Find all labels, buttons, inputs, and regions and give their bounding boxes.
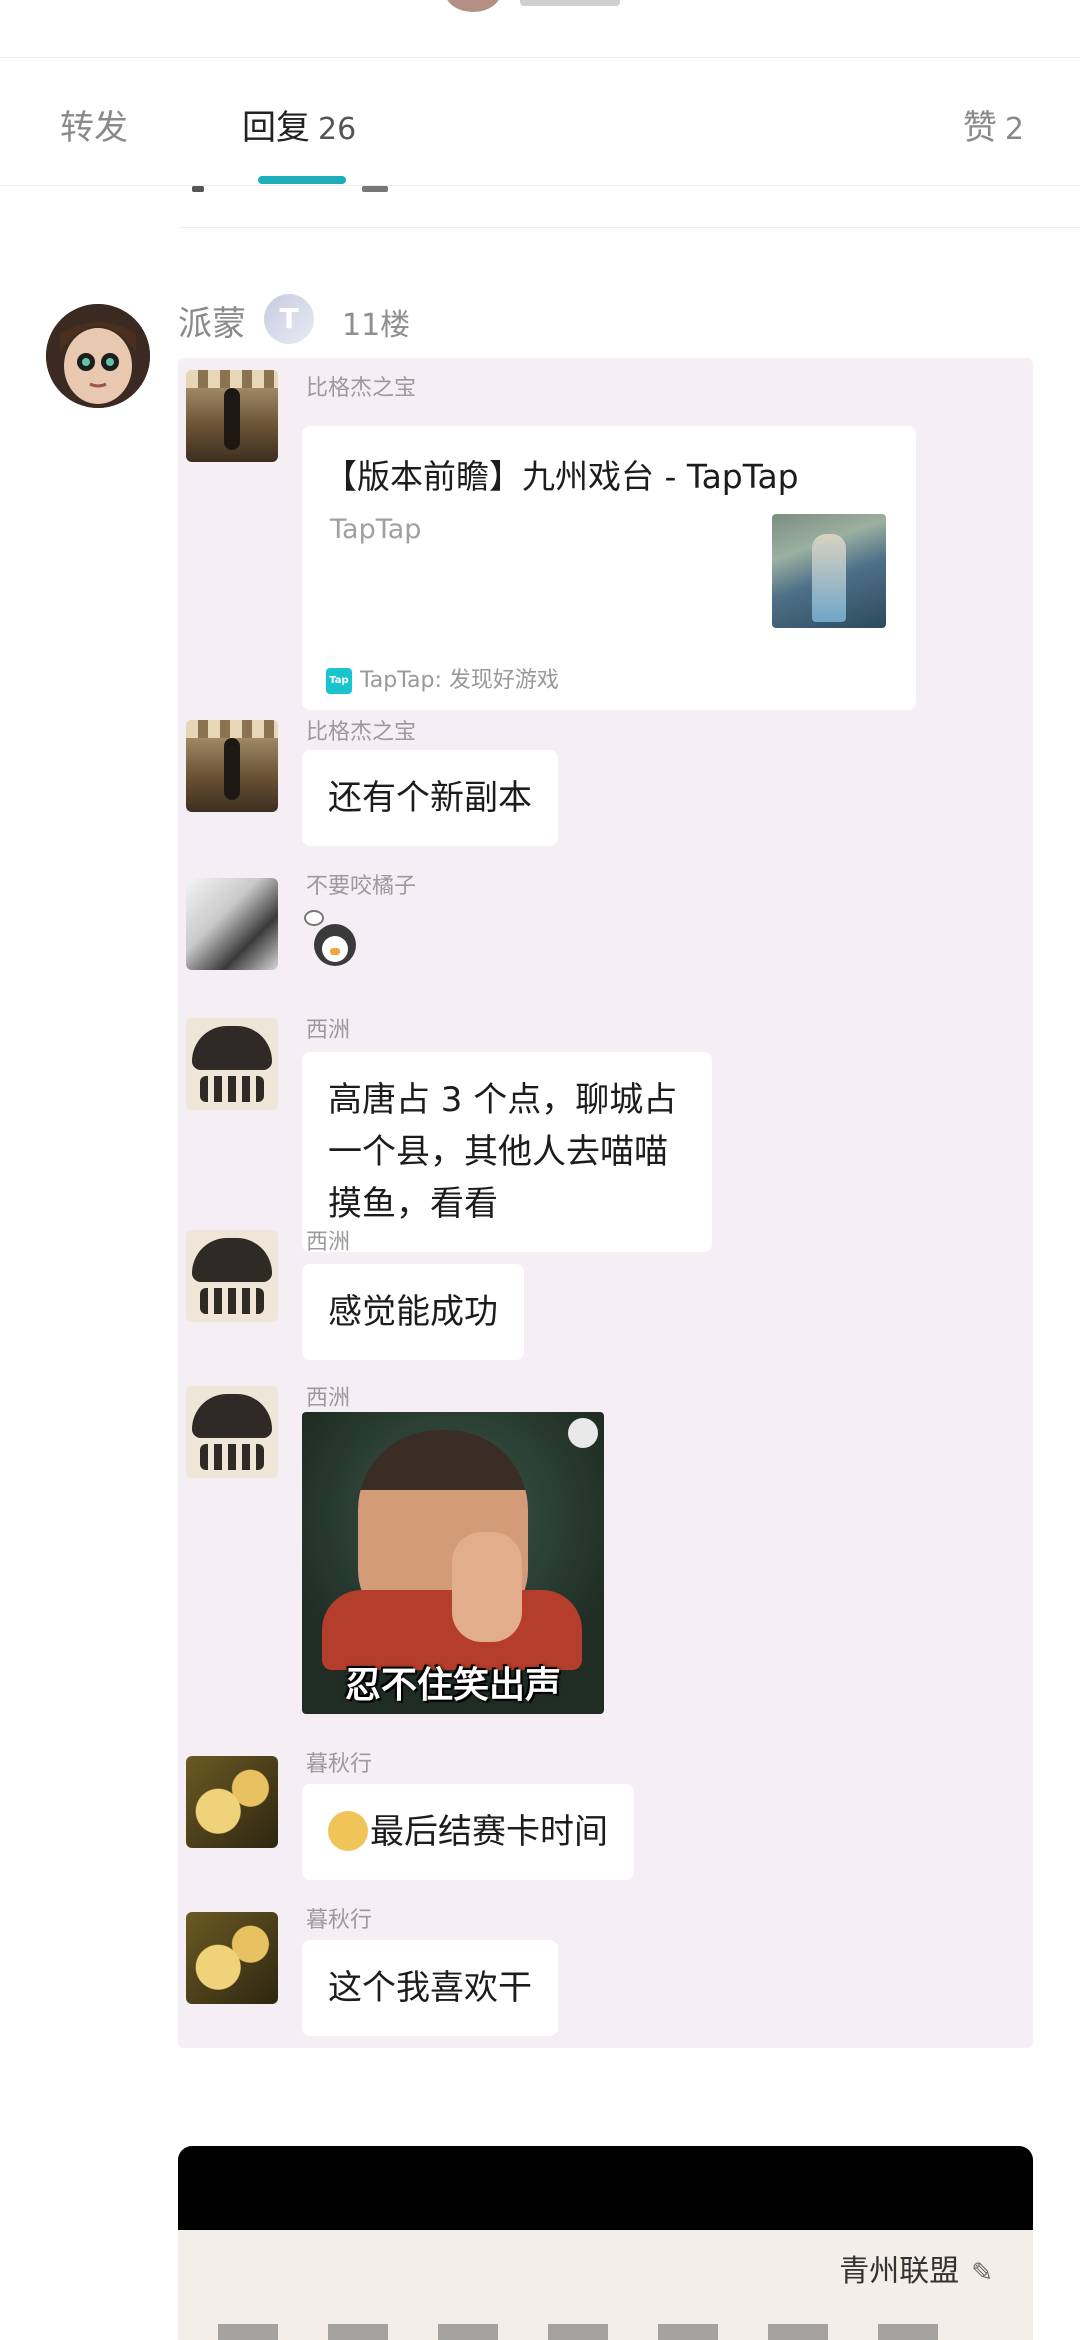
- commenter-avatar[interactable]: [46, 304, 150, 408]
- chat-bubble: 还有个新副本: [302, 750, 558, 846]
- group-name-text: 青州联盟: [839, 2254, 960, 2289]
- link-card-thumbnail: [772, 514, 886, 628]
- chat-sender: 西洲: [306, 1018, 351, 1043]
- chat-avatar: [186, 878, 278, 970]
- chat-avatar: [186, 370, 278, 462]
- link-card-footer: Tap TapTap: 发现好游戏: [326, 662, 559, 694]
- tab-reply-count: 26: [318, 112, 357, 147]
- chat-bubble: 最后结赛卡时间: [302, 1784, 634, 1880]
- group-name: 青州联盟 ✎: [839, 2246, 993, 2290]
- chat-sender: 比格杰之宝: [306, 376, 417, 401]
- chat-message: 不要咬橘子: [178, 874, 1033, 978]
- chat-avatar: [186, 720, 278, 812]
- chat-sender: 西洲: [306, 1386, 351, 1411]
- remnant-mark: [192, 186, 204, 192]
- chat-bubble: 感觉能成功: [302, 1264, 524, 1360]
- tab-forward[interactable]: 转发: [60, 100, 128, 149]
- chat-sender: 比格杰之宝: [306, 720, 417, 745]
- chat-bubble: 这个我喜欢干: [302, 1940, 558, 2036]
- previous-comment-remnant: [180, 186, 1080, 228]
- chat-message: 暮秋行 最后结赛卡时间: [178, 1752, 1033, 1880]
- chat-avatar: [186, 1386, 278, 1478]
- penguin-sticker-icon: [304, 910, 364, 970]
- chat-sender: 不要咬橘子: [306, 874, 417, 899]
- tab-bar: 转发 回复 26 赞2: [0, 58, 1080, 186]
- chat-avatar: [186, 1756, 278, 1848]
- tab-reply[interactable]: 回复 26: [242, 100, 356, 149]
- sticker-part: [330, 948, 340, 955]
- active-tab-indicator: [258, 176, 346, 184]
- chat-sender: 暮秋行: [306, 1752, 373, 1777]
- commenter-name[interactable]: 派蒙: [178, 296, 246, 345]
- chat-avatar: [186, 1912, 278, 2004]
- chat-bubble: 高唐占 3 个点，聊城占一个县，其他人去喵喵摸鱼，看看: [302, 1052, 712, 1252]
- chat-message: 比格杰之宝 【版本前瞻】九州戏台 - TapTap TapTap Tap TapT…: [178, 370, 1033, 720]
- header-name-remnant: [520, 0, 620, 6]
- link-card-footer-text: TapTap: 发现好游戏: [360, 668, 559, 693]
- tab-like-count: 2: [1004, 112, 1024, 147]
- link-card[interactable]: 【版本前瞻】九州戏台 - TapTap TapTap Tap TapTap: 发现…: [302, 426, 916, 710]
- chat-sender: 西洲: [306, 1230, 351, 1255]
- meme-image[interactable]: 忍不住笑出声: [302, 1412, 604, 1714]
- tab-reply-label: 回复: [242, 108, 310, 148]
- floor-number: 11楼: [342, 308, 411, 343]
- link-card-title: 【版本前瞻】九州戏台 - TapTap: [324, 457, 799, 496]
- sticker-part: [304, 910, 324, 926]
- chat-message: 比格杰之宝 还有个新副本: [178, 720, 1033, 846]
- meme-hand: [452, 1532, 522, 1642]
- remnant-mark: [362, 186, 388, 192]
- chat-message: 西洲 忍不住笑出声: [178, 1386, 1033, 1756]
- chat-message: 西洲 高唐占 3 个点，聊城占一个县，其他人去喵喵摸鱼，看看: [178, 1018, 1033, 1252]
- chat-sender: 暮秋行: [306, 1908, 373, 1933]
- chat-bubble-text: 最后结赛卡时间: [370, 1812, 608, 1852]
- chat-avatar: [186, 1230, 278, 1322]
- header-avatar: [445, 0, 501, 12]
- tab-forward-label: 转发: [60, 108, 128, 148]
- embedded-screenshot[interactable]: 青州联盟 ✎: [178, 2146, 1033, 2340]
- edit-icon: ✎: [971, 2258, 993, 2288]
- embedded-tab-row-remnant: [218, 2324, 978, 2340]
- meme-light: [568, 1418, 598, 1448]
- chat-message: 西洲 感觉能成功: [178, 1230, 1033, 1360]
- meme-caption: 忍不住笑出声: [344, 1665, 561, 1706]
- tab-like-label: 赞: [962, 108, 997, 148]
- taptap-icon: Tap: [326, 668, 352, 694]
- cat-emoji-icon: [328, 1810, 368, 1851]
- user-badge-icon: T: [264, 294, 314, 344]
- chat-message: 暮秋行 这个我喜欢干: [178, 1908, 1033, 2036]
- chat-screenshot[interactable]: 比格杰之宝 【版本前瞻】九州戏台 - TapTap TapTap Tap TapT…: [178, 358, 1033, 2048]
- tab-like[interactable]: 赞2: [963, 100, 1024, 149]
- chat-avatar: [186, 1018, 278, 1110]
- top-header-remnant: [0, 0, 1080, 58]
- link-card-source: TapTap: [330, 514, 422, 545]
- avatar-image: [46, 304, 150, 408]
